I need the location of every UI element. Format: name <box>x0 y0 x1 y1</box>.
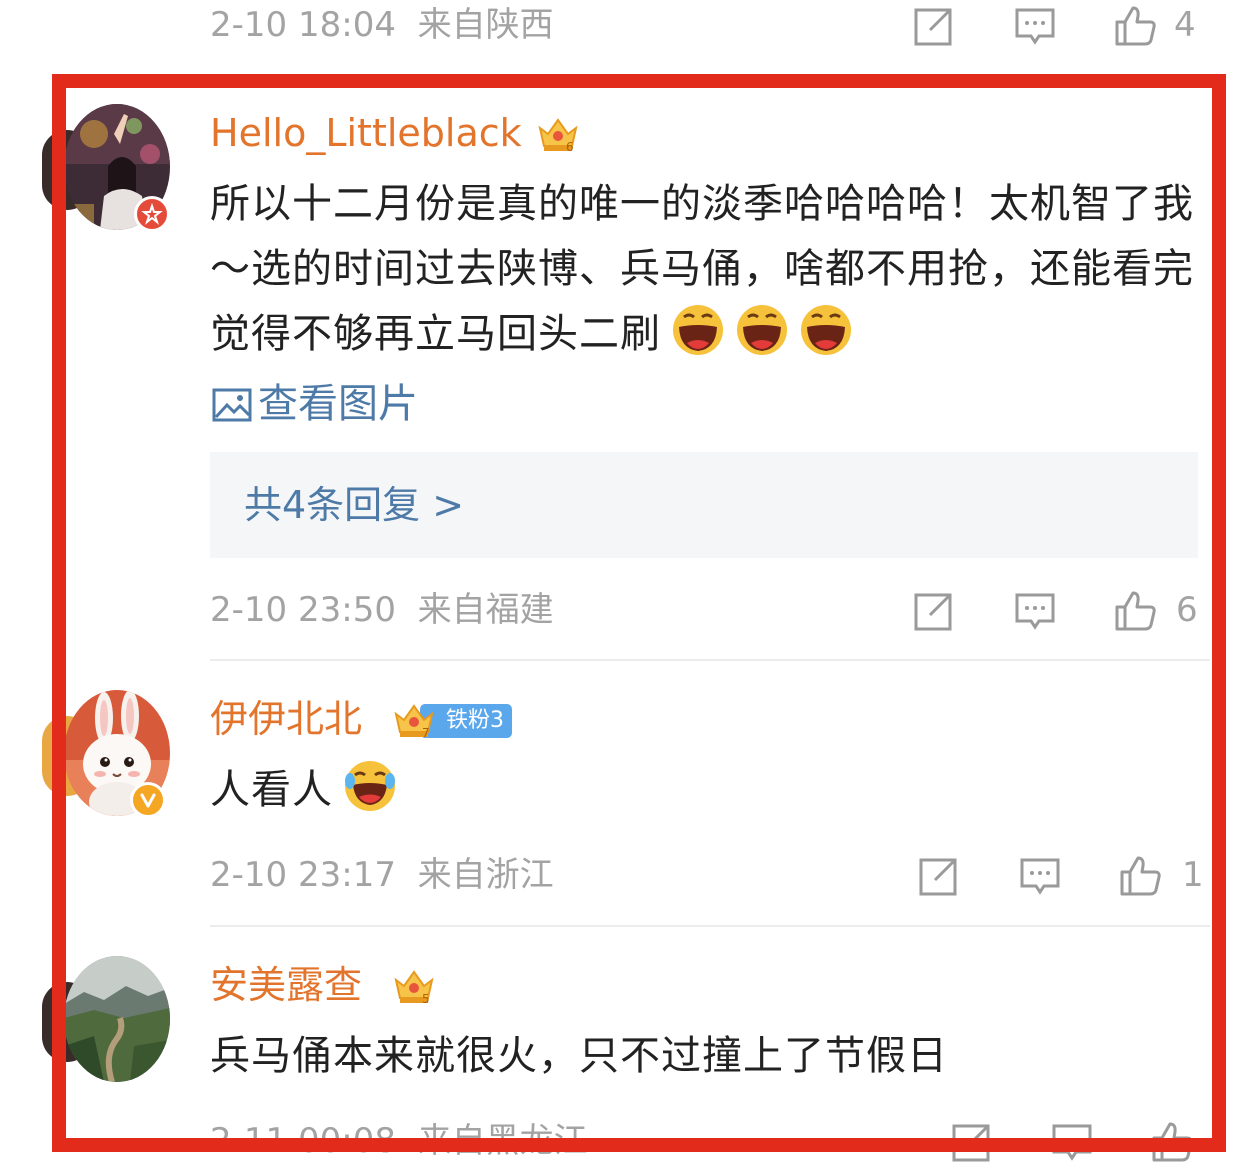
comment-body: 人看人 <box>210 767 333 813</box>
grin-emoji <box>673 305 723 355</box>
view-images-link[interactable]: 查看图片 <box>212 374 418 434</box>
comment-location: 来自黑龙江 <box>417 1121 588 1161</box>
comment-meta-row: 2-10 23:50 来自福建 6 <box>210 585 1200 635</box>
comment-text: 所以十二月份是真的唯一的淡季哈哈哈哈！太机智了我～选的时间过去陕博、兵马俑，啥都… <box>210 172 1200 367</box>
comment-icon[interactable] <box>1018 854 1062 898</box>
share-icon[interactable] <box>917 854 961 898</box>
share-icon[interactable] <box>950 1120 994 1164</box>
verified-badge <box>134 196 170 232</box>
comment-location: 来自浙江 <box>417 855 554 895</box>
view-images-label: 查看图片 <box>258 381 418 427</box>
comment-meta: 2-10 23:17 来自浙江 <box>210 850 554 900</box>
share-icon[interactable] <box>912 589 956 633</box>
comment-meta: 2-11 00:08 来自黑龙江 <box>210 1116 588 1166</box>
username[interactable]: Hello_Littleblack <box>210 106 522 160</box>
avatar[interactable] <box>64 956 170 1082</box>
share-icon[interactable] <box>912 4 956 48</box>
grin-emoji <box>801 305 851 355</box>
like-icon[interactable] <box>1113 4 1157 48</box>
comment-time: 2-11 00:08 <box>210 1121 396 1161</box>
comment-location: 来自福建 <box>417 590 554 630</box>
like-icon[interactable] <box>1113 589 1157 633</box>
verified-v-badge <box>130 782 166 818</box>
comment-location: 来自陕西 <box>417 5 554 45</box>
comment-text: 兵马俑本来就很火，只不过撞上了节假日 <box>210 1024 1200 1089</box>
like-icon[interactable] <box>1118 854 1162 898</box>
username[interactable]: 安美露查 <box>210 958 362 1012</box>
crown-icon: 5 <box>394 970 434 1006</box>
svg-text:5: 5 <box>422 992 430 1006</box>
comment-body: 兵马俑本来就很火，只不过撞上了节假日 <box>210 1033 948 1079</box>
comment-icon[interactable] <box>1050 1120 1094 1164</box>
crown-icon: 7 <box>394 704 434 740</box>
comment-time: 2-10 18:04 <box>210 5 396 45</box>
comment-time: 2-10 23:50 <box>210 590 396 630</box>
grin-emoji <box>737 305 787 355</box>
like-count: 1 <box>1182 855 1204 895</box>
comment-meta-row: 2-10 23:17 来自浙江 1 <box>210 850 1204 900</box>
like-icon[interactable] <box>1150 1120 1194 1164</box>
divider <box>210 659 1210 661</box>
comment-text: 人看人 <box>210 758 1200 823</box>
replies-link[interactable]: 共4条回复 > <box>244 452 464 558</box>
svg-text:6: 6 <box>566 140 574 154</box>
comment-meta-row: 2-10 18:04 来自陕西 4 <box>210 0 1200 50</box>
comment-time: 2-10 23:17 <box>210 855 396 895</box>
comment-icon[interactable] <box>1013 589 1057 633</box>
comment-meta: 2-10 18:04 来自陕西 <box>210 0 554 50</box>
laugh-cry-emoji <box>345 761 395 811</box>
replies-panel[interactable]: 共4条回复 > <box>210 452 1198 558</box>
comment-list: 2-10 18:04 来自陕西 4 Hello_Littleblack 6 所以… <box>0 0 1241 1172</box>
avatar[interactable] <box>64 690 170 818</box>
comment-icon[interactable] <box>1013 4 1057 48</box>
comment-meta: 2-10 23:50 来自福建 <box>210 585 554 635</box>
comment-meta-row: 2-11 00:08 来自黑龙江 <box>210 1116 1200 1166</box>
crown-icon: 6 <box>538 118 578 154</box>
like-count: 4 <box>1174 5 1196 45</box>
like-count: 6 <box>1176 590 1198 630</box>
username[interactable]: 伊伊北北 <box>210 692 362 746</box>
avatar[interactable] <box>64 104 170 232</box>
divider <box>210 925 1210 927</box>
image-icon <box>212 388 252 422</box>
svg-text:7: 7 <box>422 726 430 740</box>
